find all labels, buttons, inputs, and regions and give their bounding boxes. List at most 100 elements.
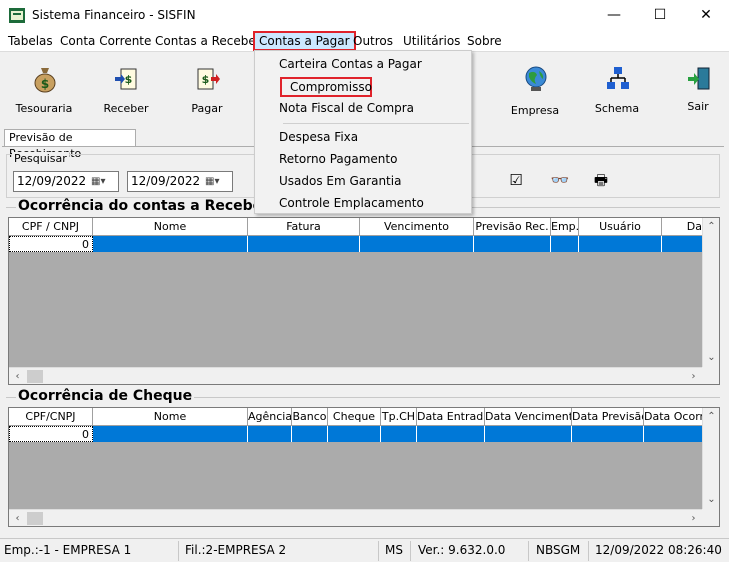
scroll-left-icon[interactable]: ‹	[9, 510, 26, 526]
col-cpf-cnpj[interactable]: CPF/CNPJ	[9, 408, 93, 426]
menu-separator	[283, 123, 469, 124]
checklist-icon[interactable]: ☑	[505, 170, 527, 190]
scroll-thumb[interactable]	[27, 512, 43, 525]
menu-item-despesa-fixa[interactable]: Despesa Fixa	[279, 126, 358, 148]
minimize-button[interactable]: —	[591, 0, 637, 30]
date-from-value: 12/09/2022	[17, 174, 87, 188]
receber-button[interactable]: $ Receber	[91, 52, 161, 124]
col-nome[interactable]: Nome	[93, 218, 248, 236]
col-vencimento[interactable]: Vencimento	[360, 218, 474, 236]
menu-item-retorno-pagamento[interactable]: Retorno Pagamento	[279, 148, 397, 170]
cell[interactable]	[551, 236, 579, 252]
col-cpf-cnpj[interactable]: CPF / CNPJ	[9, 218, 93, 236]
col-data[interactable]: Da	[662, 218, 703, 236]
cheques-grid[interactable]: CPF/CNPJ Nome Agência Banco Cheque Tp.CH…	[8, 407, 720, 527]
sair-button[interactable]: Sair	[663, 52, 729, 124]
schema-label: Schema	[594, 102, 640, 115]
table-row[interactable]: 0	[9, 426, 703, 442]
cell[interactable]	[360, 236, 474, 252]
schema-button[interactable]: Schema	[582, 52, 652, 124]
cheques-title: Ocorrência de Cheque	[16, 388, 195, 404]
col-nome[interactable]: Nome	[93, 408, 248, 426]
scroll-corner	[702, 509, 719, 526]
cell[interactable]	[644, 426, 703, 442]
cell-cpf[interactable]: 0	[9, 426, 93, 442]
status-separator	[588, 541, 589, 561]
cell[interactable]	[381, 426, 417, 442]
menu-outros[interactable]: Outros	[349, 31, 397, 51]
col-banco[interactable]: Banco	[292, 408, 328, 426]
col-fatura[interactable]: Fatura	[248, 218, 360, 236]
horizontal-scrollbar[interactable]: ‹ ›	[9, 367, 702, 384]
scroll-left-icon[interactable]: ‹	[9, 368, 26, 384]
scroll-corner	[702, 367, 719, 384]
tesouraria-label: Tesouraria	[15, 102, 73, 115]
cell[interactable]	[579, 236, 662, 252]
calendar-dropdown-icon[interactable]: ▦▾	[91, 174, 115, 189]
cell[interactable]	[417, 426, 485, 442]
menu-item-nota-fiscal-de-compra[interactable]: Nota Fiscal de Compra	[279, 97, 414, 119]
horizontal-scrollbar[interactable]: ‹ ›	[9, 509, 702, 526]
col-previsao-rec[interactable]: Previsão Rec.	[474, 218, 551, 236]
col-data-previsao[interactable]: Data Previsão	[572, 408, 644, 426]
menu-item-usados-em-garantia[interactable]: Usados Em Garantia	[279, 170, 401, 192]
cell[interactable]	[93, 236, 248, 252]
receivables-grid[interactable]: CPF / CNPJ Nome Fatura Vencimento Previs…	[8, 217, 720, 385]
cell[interactable]	[248, 426, 292, 442]
menu-contas-a-receber[interactable]: Contas a Receber	[151, 31, 265, 51]
cell[interactable]	[662, 236, 703, 252]
vertical-scrollbar[interactable]: ⌃ ⌄	[702, 218, 719, 367]
menu-sobre[interactable]: Sobre	[463, 31, 506, 51]
scroll-thumb[interactable]	[27, 370, 43, 383]
tab-previsao-recebimento[interactable]: Previsão de Recebimento	[4, 129, 136, 160]
calendar-dropdown-icon[interactable]: ▦▾	[205, 174, 229, 189]
scroll-up-icon[interactable]: ⌃	[703, 408, 719, 425]
cell[interactable]	[292, 426, 328, 442]
col-usuario[interactable]: Usuário	[579, 218, 662, 236]
close-button[interactable]: ✕	[683, 0, 729, 30]
cell[interactable]	[485, 426, 572, 442]
cell[interactable]	[474, 236, 551, 252]
date-to-field[interactable]: 12/09/2022 ▦▾	[127, 171, 233, 192]
menu-utilitarios[interactable]: Utilitários	[399, 31, 464, 51]
menu-item-controle-emplacamento[interactable]: Controle Emplacamento	[279, 192, 424, 214]
scroll-right-icon[interactable]: ›	[685, 368, 702, 384]
printer-icon[interactable]: 🖶	[590, 170, 612, 190]
tesouraria-button[interactable]: $ Tesouraria	[9, 52, 79, 124]
empresa-button[interactable]: Empresa	[500, 52, 570, 124]
cell-cpf[interactable]: 0	[9, 236, 93, 252]
table-row[interactable]: 0	[9, 236, 703, 252]
menu-contas-a-pagar[interactable]: Contas a Pagar	[253, 31, 356, 51]
menu-item-carteira-contas-a-pagar[interactable]: Carteira Contas a Pagar	[279, 53, 422, 75]
scroll-right-icon[interactable]: ›	[685, 510, 702, 526]
scroll-up-icon[interactable]: ⌃	[703, 218, 719, 235]
globe-company-icon	[525, 66, 547, 91]
col-data-vencimento[interactable]: Data Vencimento	[485, 408, 572, 426]
status-filial: Fil.:2-EMPRESA 2	[185, 543, 287, 557]
cell[interactable]	[248, 236, 360, 252]
col-emp[interactable]: Emp.	[551, 218, 579, 236]
menu-item-compromisso[interactable]: Compromisso	[280, 77, 372, 97]
vertical-scrollbar[interactable]: ⌃ ⌄	[702, 408, 719, 509]
status-datetime: 12/09/2022 08:26:40	[595, 543, 722, 557]
window-title: Sistema Financeiro - SISFIN	[32, 8, 196, 22]
date-from-field[interactable]: 12/09/2022 ▦▾	[13, 171, 119, 192]
scroll-down-icon[interactable]: ⌄	[703, 349, 719, 366]
cell[interactable]	[328, 426, 381, 442]
maximize-button[interactable]: ☐	[637, 0, 683, 30]
contas-a-pagar-menu: Carteira Contas a Pagar Compromisso Nota…	[254, 50, 472, 214]
cell[interactable]	[572, 426, 644, 442]
cell[interactable]	[93, 426, 248, 442]
col-data-entrada[interactable]: Data Entrada	[417, 408, 485, 426]
pagar-button[interactable]: $ Pagar	[172, 52, 242, 124]
svg-text:$: $	[125, 73, 133, 86]
col-data-ocorrencia[interactable]: Data Ocorrê	[644, 408, 703, 426]
glasses-search-icon[interactable]: 👓	[549, 170, 571, 190]
col-cheque[interactable]: Cheque	[328, 408, 381, 426]
scroll-down-icon[interactable]: ⌄	[703, 491, 719, 508]
title-bar: Sistema Financeiro - SISFIN — ☐ ✕	[0, 0, 729, 31]
menu-tabelas[interactable]: Tabelas	[4, 31, 57, 51]
col-agencia[interactable]: Agência	[248, 408, 292, 426]
col-tp-ch[interactable]: Tp.CH	[381, 408, 417, 426]
menu-conta-corrente[interactable]: Conta Corrente	[56, 31, 155, 51]
